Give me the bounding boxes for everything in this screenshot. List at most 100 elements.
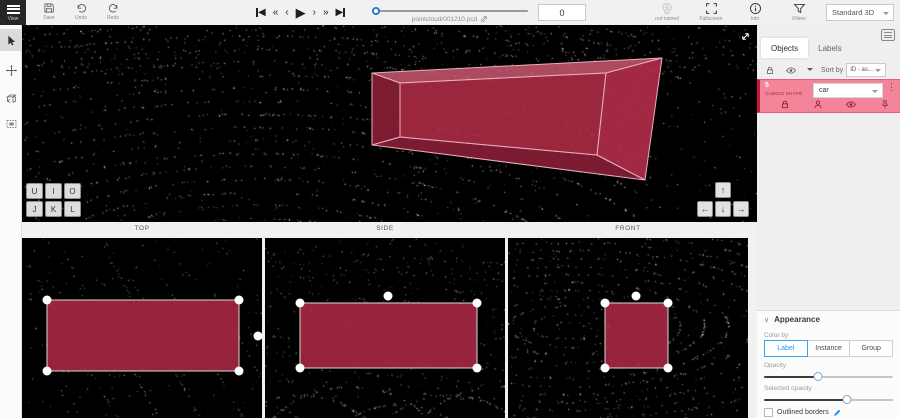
bbox-handle[interactable] <box>296 299 305 308</box>
expand-view-icon[interactable] <box>740 31 751 42</box>
tab-labels[interactable]: Labels <box>808 38 852 58</box>
select-tool-button[interactable] <box>0 29 22 51</box>
arrow-right-button[interactable]: → <box>733 201 749 217</box>
main-3d-viewport[interactable]: U I O J K L ↑ ← ↓ → <box>22 25 757 222</box>
annotation-app: View Save Undo Redo ◀ <box>0 0 900 418</box>
main-menu-button[interactable]: View <box>0 0 26 25</box>
appearance-header[interactable]: ∨ Appearance <box>764 315 820 324</box>
rewind-button[interactable]: « <box>273 8 279 18</box>
bbox-handle[interactable] <box>235 367 244 376</box>
bbox-handle[interactable] <box>601 364 610 373</box>
move-tool-button[interactable] <box>0 59 22 81</box>
color-by-group-button[interactable]: Group <box>849 340 893 357</box>
bbox-rotate-handle[interactable] <box>384 292 393 301</box>
info-button[interactable]: Info <box>738 2 772 22</box>
opacity-slider-handle[interactable] <box>814 372 823 381</box>
fullscreen-button[interactable]: Fullscreen <box>694 2 728 22</box>
main-point-cloud-canvas[interactable] <box>22 25 757 222</box>
key-u-button[interactable]: U <box>26 183 43 199</box>
brain-icon <box>660 2 674 15</box>
panel-options-icon[interactable] <box>881 29 895 41</box>
bbox-handle[interactable] <box>43 367 52 376</box>
object-card-car[interactable]: 5 CUBOID SHAPE car ⋮ <box>757 79 900 113</box>
save-button[interactable]: Save <box>36 2 62 21</box>
bbox-handle[interactable] <box>601 299 610 308</box>
skip-end-button[interactable]: ▶ <box>336 8 346 18</box>
objects-toolbar: Sort by ID - as... <box>757 61 900 79</box>
redo-icon <box>107 2 120 14</box>
ai-model-button[interactable]: not trained <box>650 2 684 22</box>
bbox-handle[interactable] <box>43 296 52 305</box>
arrow-left-button[interactable]: ← <box>697 201 713 217</box>
frame-slider-track <box>372 10 528 12</box>
side-view-panel[interactable] <box>265 238 505 418</box>
filter-funnel-icon <box>793 2 806 15</box>
object-shape-type: CUBOID SHAPE <box>765 91 803 96</box>
marquee-select-tool-button[interactable] <box>0 113 22 135</box>
pencil-icon[interactable] <box>833 408 842 417</box>
frame-slider-handle[interactable] <box>372 7 380 15</box>
bbox-rect-top-view[interactable] <box>47 300 239 371</box>
bbox-rotate-handle[interactable] <box>632 292 641 301</box>
bbox-handle[interactable] <box>235 296 244 305</box>
bbox-handle[interactable] <box>473 299 482 308</box>
selected-opacity-slider[interactable] <box>764 395 893 404</box>
playback-controls: ◀ « ‹ ▶ › » ▶ <box>256 0 345 25</box>
bbox-handle[interactable] <box>664 364 673 373</box>
opacity-slider[interactable] <box>764 372 893 381</box>
bbox-handle[interactable] <box>664 299 673 308</box>
bbox-handle[interactable] <box>473 364 482 373</box>
undo-button[interactable]: Undo <box>68 2 94 21</box>
info-icon <box>749 2 762 15</box>
marquee-icon <box>5 118 18 130</box>
rotation-keypad: U I O J K L <box>26 183 81 217</box>
bbox-rotate-handle[interactable] <box>254 332 263 341</box>
frame-number-input[interactable] <box>538 4 586 21</box>
selected-opacity-slider-handle[interactable] <box>842 395 851 404</box>
object-class-select[interactable]: car <box>813 83 883 98</box>
expand-all-icon[interactable] <box>807 68 813 71</box>
color-by-group: Label Instance Group <box>764 340 893 357</box>
key-i-button[interactable]: I <box>45 183 62 199</box>
arrow-up-button[interactable]: ↑ <box>715 182 731 198</box>
sort-select[interactable]: ID - as... <box>846 63 886 77</box>
previous-frame-button[interactable]: ‹ <box>285 8 288 18</box>
save-icon <box>43 2 55 14</box>
key-o-button[interactable]: O <box>64 183 81 199</box>
toolbar-right-icons: not trained Fullscreen Info <box>650 0 894 25</box>
key-l-button[interactable]: L <box>64 201 81 217</box>
object-lock-button[interactable] <box>780 99 790 110</box>
eye-icon <box>845 99 857 110</box>
chevron-down-icon <box>883 12 889 15</box>
filters-button[interactable]: Filters <box>782 2 816 22</box>
view-mode-select[interactable]: Standard 3D <box>826 4 894 21</box>
link-icon[interactable] <box>480 15 488 23</box>
color-by-instance-button[interactable]: Instance <box>807 340 851 357</box>
object-menu-icon[interactable]: ⋮ <box>887 82 896 93</box>
skip-start-button[interactable]: ◀ <box>256 8 266 18</box>
key-j-button[interactable]: J <box>26 201 43 217</box>
cuboid-tool-button[interactable] <box>0 87 22 109</box>
bbox-rect-side-view[interactable] <box>300 303 477 368</box>
arrow-down-button[interactable]: ↓ <box>715 201 731 217</box>
bbox-rect-front-view[interactable] <box>605 303 668 368</box>
visibility-all-icon[interactable] <box>785 65 797 76</box>
tab-objects[interactable]: Objects <box>761 38 808 58</box>
bbox-handle[interactable] <box>296 364 305 373</box>
pin-icon <box>880 99 890 110</box>
top-toolbar: View Save Undo Redo ◀ <box>0 0 900 25</box>
color-by-label-button[interactable]: Label <box>764 340 808 357</box>
redo-button[interactable]: Redo <box>100 2 126 21</box>
lock-all-icon[interactable] <box>765 65 775 76</box>
fast-forward-button[interactable]: » <box>323 8 329 18</box>
object-actions <box>780 99 890 110</box>
play-button[interactable]: ▶ <box>296 6 306 19</box>
next-frame-button[interactable]: › <box>313 8 316 18</box>
outlined-borders-checkbox[interactable] <box>764 408 773 417</box>
object-pin-button[interactable] <box>880 99 890 110</box>
key-k-button[interactable]: K <box>45 201 62 217</box>
front-view-panel[interactable] <box>508 238 748 418</box>
object-assignee-button[interactable] <box>813 99 823 110</box>
top-view-panel[interactable] <box>22 238 262 418</box>
object-visibility-button[interactable] <box>845 99 857 110</box>
